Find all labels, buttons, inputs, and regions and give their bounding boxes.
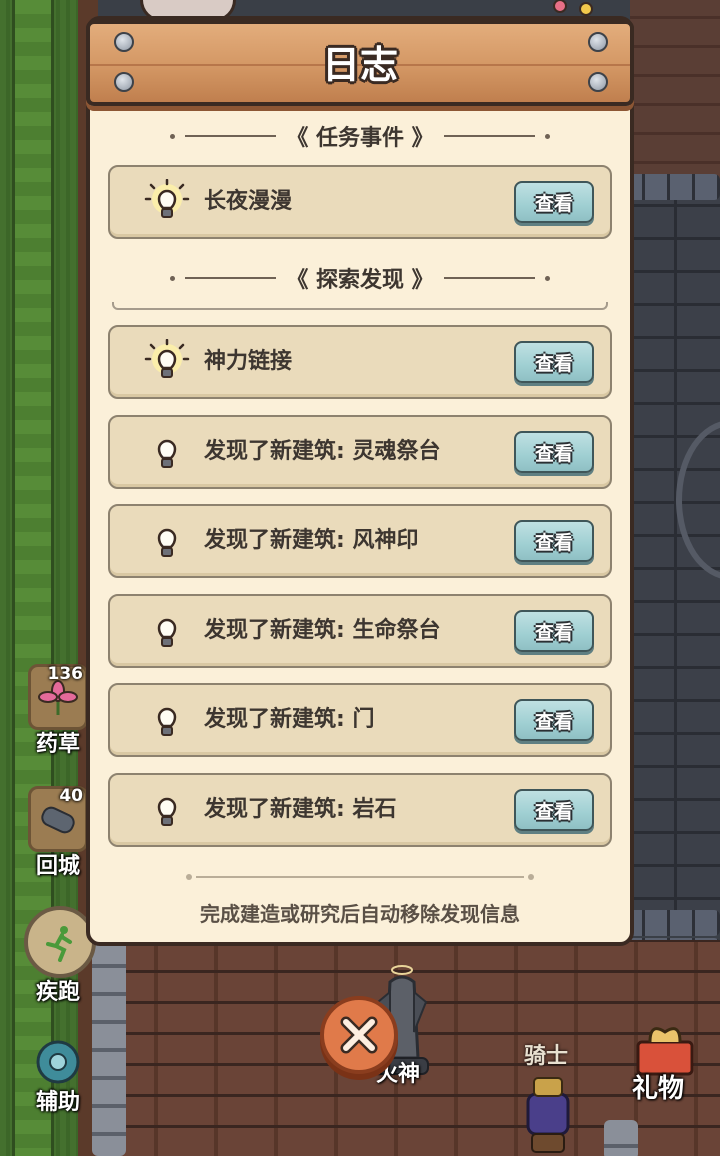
view-button[interactable]: 查看 [514,181,594,223]
divider [112,302,608,310]
section-header-explore: 《 探索发现 》 [170,263,551,293]
herb-icon: 136 [28,664,88,730]
stone-pillar [92,940,126,1156]
hud-sprint[interactable]: 疾跑 [24,906,96,1006]
knight-sprite[interactable] [520,1074,576,1156]
entry-text: 发现了新建筑: 生命祭台 [204,618,441,643]
return-count: 40 [59,786,83,806]
section-header-tasks: 《 任务事件 》 [170,121,551,151]
view-button[interactable]: 查看 [514,699,594,741]
entry-text: 发现了新建筑: 灵魂祭台 [204,439,441,464]
herb-count: 136 [47,664,84,684]
view-button[interactable]: 查看 [514,789,594,831]
view-button[interactable]: 查看 [514,520,594,562]
return-city-label: 回城 [35,854,80,879]
assist-gear-icon [30,1036,86,1088]
view-button[interactable]: 查看 [514,431,594,473]
lit-lightbulb-icon [144,339,190,378]
entry-text: 长夜漫漫 [204,189,293,214]
view-button[interactable]: 查看 [514,610,594,652]
hud-return-city[interactable]: 40 回城 [24,786,92,880]
footer-note: 完成建造或研究后自动移除发现信息 [200,902,520,926]
section-title-tasks: 任务事件 [316,126,405,151]
log-entry: 长夜漫漫 查看 [108,165,612,239]
entry-text: 神力链接 [204,349,293,374]
lit-lightbulb-icon [144,179,190,218]
close-icon [340,1016,378,1054]
stone-pillar [604,1120,638,1156]
hud-assist[interactable]: 辅助 [24,1036,92,1116]
close-button[interactable] [320,996,398,1074]
log-entry: 发现了新建筑: 灵魂祭台 查看 [108,415,612,489]
stone-ledge [620,174,720,200]
log-entry: 发现了新建筑: 风神印 查看 [108,504,612,578]
lightbulb-icon [157,528,177,557]
log-entry: 发现了新建筑: 门 查看 [108,683,612,757]
lightbulb-icon [157,707,177,736]
scroll-icon: 40 [28,786,88,852]
log-entry: 发现了新建筑: 生命祭台 查看 [108,594,612,668]
view-button[interactable]: 查看 [514,341,594,383]
entry-text: 发现了新建筑: 风神印 [204,528,419,553]
gift-label[interactable]: 礼物 [632,1068,684,1105]
knight-label: 骑士 [524,1044,569,1069]
hud-herb[interactable]: 136 药草 [24,664,92,758]
stone-ledge [620,910,720,936]
sprint-label: 疾跑 [35,980,80,1005]
lightbulb-icon [157,439,177,468]
entry-text: 发现了新建筑: 门 [204,707,375,732]
lightbulb-icon [157,797,177,826]
log-entry: 神力链接 查看 [108,325,612,399]
lightbulb-icon [157,618,177,647]
dialog-title: 日志 [321,43,398,87]
assist-label: 辅助 [35,1090,80,1115]
brick-wall [630,0,720,190]
log-entry: 发现了新建筑: 岩石 查看 [108,773,612,847]
herb-label: 药草 [35,732,80,757]
footer-divider [186,874,534,880]
entry-text: 发现了新建筑: 岩石 [204,797,397,822]
section-title-explore: 探索发现 [316,268,405,293]
